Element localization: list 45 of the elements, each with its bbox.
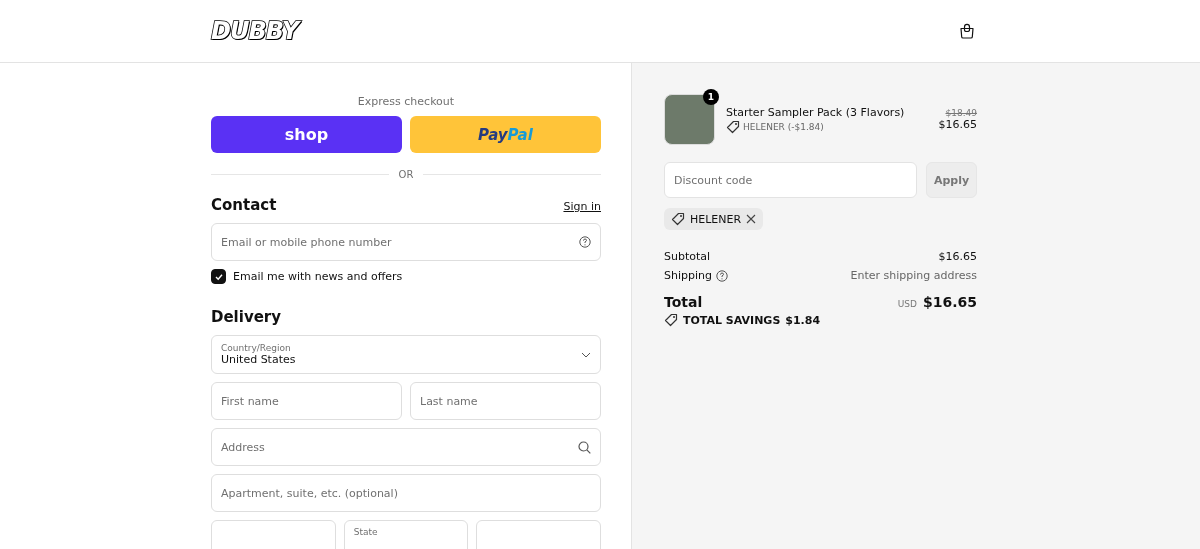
- original-price: $18.49: [944, 108, 977, 118]
- input-field[interactable]: Address: [211, 428, 601, 466]
- shopping-bag-icon: [959, 23, 975, 39]
- input-field[interactable]: [476, 520, 601, 549]
- sign-in-link[interactable]: Sign in: [563, 200, 601, 213]
- total-label: Total: [664, 294, 703, 310]
- close-icon: [746, 214, 757, 224]
- search-icon: [578, 440, 591, 454]
- discount-label: HELENER (-$1.84): [743, 121, 824, 132]
- section-heading: Delivery: [211, 308, 283, 326]
- help-icon: [716, 269, 728, 282]
- shop-pay-button[interactable]: shop: [211, 116, 402, 153]
- price: $16.65: [938, 118, 977, 131]
- checkbox-label: Email me with news and offers: [233, 270, 403, 283]
- summary-label: Subtotal: [664, 250, 711, 263]
- input-field[interactable]: [211, 520, 336, 549]
- checkbox[interactable]: [211, 269, 226, 284]
- tag-icon: [671, 212, 685, 226]
- checkmark-icon: [213, 271, 224, 282]
- email-field[interactable]: Email or mobile phone number: [211, 223, 601, 261]
- savings-value: $1.84: [785, 313, 821, 327]
- savings-label: TOTAL SAVINGS: [683, 313, 781, 327]
- input-field[interactable]: First name: [211, 382, 402, 420]
- currency-label: USD: [897, 299, 917, 309]
- divider-label: OR: [398, 169, 414, 180]
- section-heading: Contact: [211, 196, 277, 214]
- tag-icon: [726, 119, 740, 134]
- section-label: Express checkout: [356, 95, 456, 108]
- total-value: $16.65: [922, 294, 977, 310]
- product-name: Starter Sampler Pack (3 Flavors): [726, 105, 906, 119]
- input-field[interactable]: Last name: [410, 382, 601, 420]
- help-icon: [579, 236, 591, 248]
- tags-icon: [664, 313, 678, 327]
- input-field[interactable]: Apartment, suite, etc. (optional): [211, 474, 601, 512]
- country-select[interactable]: Country/Region United States: [211, 335, 601, 374]
- discount-chip[interactable]: HELENER: [664, 208, 764, 230]
- paypal-button[interactable]: PayPal: [410, 116, 601, 153]
- quantity-badge: 1: [703, 89, 719, 105]
- input-field[interactable]: State: [343, 520, 469, 549]
- summary-value: Enter shipping address: [850, 269, 977, 282]
- discount-code-field[interactable]: Discount code: [664, 162, 917, 198]
- summary-label: Shipping: [664, 269, 712, 282]
- summary-value: $16.65: [938, 250, 977, 263]
- apply-button[interactable]: Apply: [926, 162, 977, 198]
- chevron-down-icon: [581, 351, 591, 358]
